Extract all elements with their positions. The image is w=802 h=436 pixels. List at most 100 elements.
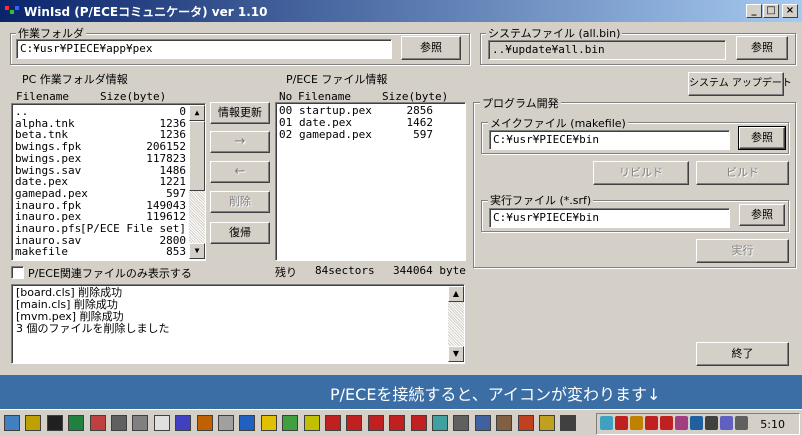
- pc-file-name: bwings.pex: [15, 151, 82, 165]
- exec-file-browse-button[interactable]: 参照: [739, 204, 785, 226]
- pc-file-size: 853: [166, 245, 186, 259]
- remaining-sectors: 84sectors: [315, 264, 375, 277]
- app-icon[interactable]: [432, 415, 448, 431]
- system-file-label: システムファイル (all.bin): [486, 25, 623, 41]
- tray-app-icon[interactable]: [735, 416, 748, 430]
- network-icon[interactable]: [68, 415, 85, 431]
- piece-file-size: 597: [413, 128, 433, 141]
- refresh-button[interactable]: 情報更新: [210, 102, 270, 124]
- piece-file-name: gamepad.pex: [299, 128, 372, 141]
- start-icon[interactable]: [4, 415, 20, 431]
- globe-icon[interactable]: [282, 415, 299, 431]
- taskbar: 5:10: [0, 409, 802, 436]
- remaining-label: 残り: [275, 266, 297, 279]
- exec-file-input[interactable]: C:¥usr¥PIECE¥bin: [489, 208, 730, 228]
- device-icon[interactable]: [175, 415, 192, 431]
- system-tray: 5:10: [596, 413, 800, 435]
- pdf-icon[interactable]: [410, 415, 427, 431]
- pdf-icon[interactable]: [389, 415, 406, 431]
- work-folder-input[interactable]: C:¥usr¥PIECE¥app¥pex: [16, 39, 392, 59]
- remaining-bytes: 344064 byte: [393, 264, 466, 277]
- pc-file-row[interactable]: makefile 853: [12, 246, 188, 258]
- scroll-thumb[interactable]: [189, 121, 205, 191]
- pdf-icon[interactable]: [346, 415, 363, 431]
- clock[interactable]: 5:10: [760, 418, 785, 431]
- connection-banner: P/ECEを接続すると、アイコンが変わります↓: [0, 375, 802, 409]
- makefile-label: メイクファイル (makefile): [488, 115, 628, 131]
- work-folder-browse-button[interactable]: 参照: [401, 36, 461, 60]
- piece-file-row[interactable]: 02 gamepad.pex 597: [276, 129, 461, 141]
- tray-app-icon[interactable]: [675, 416, 688, 430]
- printer-icon[interactable]: [132, 415, 149, 431]
- tool-icon[interactable]: [89, 415, 106, 431]
- tray-app-icon[interactable]: [705, 416, 718, 430]
- piece-file-list[interactable]: 00 startup.pex 2856 01 date.pex 1462 02 gamepad…: [275, 102, 466, 261]
- system-update-button[interactable]: システム アップデート: [688, 72, 792, 96]
- tray-app-icon[interactable]: [615, 416, 628, 430]
- pc-file-name: makefile: [15, 245, 68, 259]
- filter-checkbox[interactable]: [11, 266, 24, 279]
- exit-button[interactable]: 終了: [696, 342, 789, 366]
- makefile-browse-button[interactable]: 参照: [738, 126, 786, 150]
- pdf-icon[interactable]: [367, 415, 384, 431]
- scroll-up-icon[interactable]: ▲: [189, 105, 205, 121]
- note-icon[interactable]: [539, 415, 555, 431]
- log-line: 3 個のファイルを削除しました: [16, 322, 170, 335]
- browser-icon[interactable]: [239, 415, 256, 431]
- transfer-to-pc-button[interactable]: ←: [210, 161, 270, 183]
- rebuild-button[interactable]: リビルド: [593, 161, 689, 185]
- tray-app-icon[interactable]: [720, 416, 733, 430]
- log-scrollbar[interactable]: ▲ ▼: [448, 286, 464, 362]
- log-box[interactable]: [board.cls] 削除成功 [main.cls] 削除成功 [mvm.pex]…: [11, 284, 465, 364]
- pc-col-size: Size(byte): [100, 90, 167, 103]
- console-icon[interactable]: [46, 415, 63, 431]
- star-icon[interactable]: [260, 415, 277, 431]
- folder-icon[interactable]: [25, 415, 42, 431]
- program-dev-label: プログラム開発: [480, 95, 561, 111]
- app-icon: [5, 6, 19, 14]
- pencil-icon[interactable]: [517, 415, 534, 431]
- title-bar[interactable]: WinIsd (P/ECEコミュニケータ) ver 1.10 _ □ ×: [0, 0, 802, 22]
- pc-file-size: 117823: [146, 151, 186, 165]
- log-scroll-down-icon[interactable]: ▼: [448, 346, 464, 362]
- piece-list-label: P/ECE ファイル情報: [286, 73, 388, 86]
- tray-app-icon[interactable]: [660, 416, 673, 430]
- pc-col-filename: Filename: [16, 90, 69, 103]
- maximize-button[interactable]: □: [763, 4, 779, 18]
- filter-checkbox-label[interactable]: P/ECE関連ファイルのみ表示する: [28, 265, 192, 281]
- tray-app-icon[interactable]: [600, 416, 613, 430]
- run-button[interactable]: 実行: [696, 239, 789, 263]
- tray-app-icon[interactable]: [645, 416, 658, 430]
- gear-icon[interactable]: [111, 415, 127, 431]
- log-scroll-up-icon[interactable]: ▲: [448, 286, 464, 302]
- restore-button[interactable]: 復帰: [210, 222, 270, 244]
- tray-arrow-icon[interactable]: [560, 415, 577, 431]
- pc-file-list[interactable]: .. 0 alpha.tnk 1236 beta.tnk 1236 bwings.fpk 20…: [11, 103, 206, 261]
- close-button[interactable]: ×: [782, 4, 798, 18]
- pc-list-label: PC 作業フォルダ情報: [22, 73, 128, 86]
- camera-icon[interactable]: [218, 415, 234, 431]
- pc-list-scrollbar[interactable]: ▲ ▼: [189, 105, 205, 259]
- build-button[interactable]: ビルド: [696, 161, 789, 185]
- piece-file-no: 02: [279, 128, 293, 141]
- mail-icon[interactable]: [474, 415, 491, 431]
- msdn-icon[interactable]: [496, 415, 513, 431]
- app-icon[interactable]: [453, 415, 470, 431]
- scroll-down-icon[interactable]: ▼: [189, 243, 205, 259]
- makefile-input[interactable]: C:¥usr¥PIECE¥bin: [489, 130, 730, 150]
- window-title: WinIsd (P/ECEコミュニケータ) ver 1.10: [24, 5, 268, 19]
- banner-text: P/ECEを接続すると、アイコンが変わります↓: [330, 385, 661, 404]
- system-file-browse-button[interactable]: 参照: [736, 36, 788, 60]
- exec-file-label: 実行ファイル (*.srf): [488, 192, 594, 208]
- pc-file-row[interactable]: bwings.pex 117823: [12, 151, 188, 165]
- pdf-icon[interactable]: [325, 415, 341, 431]
- system-file-input[interactable]: ..¥update¥all.bin: [488, 40, 726, 60]
- paint-icon[interactable]: [196, 415, 213, 431]
- delete-button[interactable]: 削除: [210, 191, 270, 213]
- chart-icon[interactable]: [303, 415, 320, 431]
- page-icon[interactable]: [153, 415, 170, 431]
- minimize-button[interactable]: _: [746, 4, 762, 18]
- tray-app-icon[interactable]: [690, 416, 703, 430]
- tray-app-icon[interactable]: [630, 416, 643, 430]
- transfer-to-piece-button[interactable]: →: [210, 131, 270, 153]
